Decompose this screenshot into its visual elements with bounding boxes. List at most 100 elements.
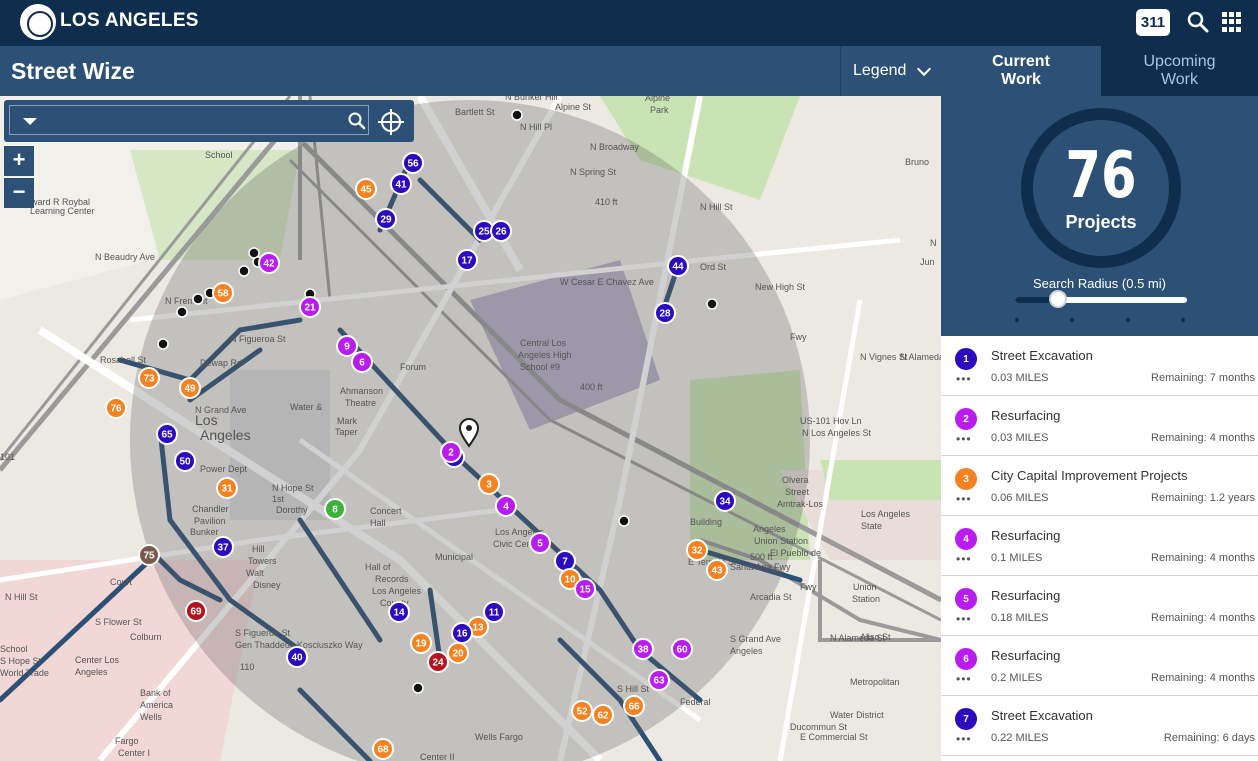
map-dot[interactable] [192,293,204,305]
project-marker[interactable]: 52 [571,700,593,722]
project-marker[interactable]: 73 [138,367,160,389]
project-marker[interactable]: 34 [714,490,736,512]
map-dot[interactable] [412,682,424,694]
project-list-item[interactable]: 1 ••• Street Excavation 0.03 MILES Remaining… [941,336,1258,396]
project-marker[interactable]: 29 [375,208,397,230]
project-marker[interactable]: 8 [324,498,346,520]
project-marker[interactable]: 14 [388,601,410,623]
more-options-icon[interactable]: ••• [956,733,972,745]
map-label: E Commercial St [800,732,868,742]
map-dot[interactable] [157,338,169,350]
project-marker[interactable]: 20 [447,642,469,664]
more-options-icon[interactable]: ••• [956,673,972,685]
project-marker[interactable]: 32 [686,539,708,561]
project-marker[interactable]: 40 [286,646,308,668]
map-label: Angeles [75,667,108,677]
legend-dropdown[interactable]: Legend [840,46,941,96]
project-marker-number: 26 [495,227,507,238]
map-label: Power Dept [200,464,248,474]
311-button[interactable]: 311 [1136,9,1170,36]
map-dot[interactable] [618,515,630,527]
project-marker[interactable]: 62 [592,704,614,726]
project-marker[interactable]: 75 [138,544,160,566]
project-marker[interactable]: 44 [667,255,689,277]
project-list-item[interactable]: 4 ••• Resurfacing 0.1 MILES Remaining: 4 mon… [941,516,1258,576]
project-marker[interactable]: 11 [483,601,505,623]
project-marker[interactable]: 5 [529,532,551,554]
project-marker[interactable]: 58 [212,282,234,304]
project-marker[interactable]: 37 [212,536,234,558]
more-options-icon[interactable]: ••• [956,493,972,505]
map-dot[interactable] [176,306,188,318]
project-marker[interactable]: 69 [185,600,207,622]
map-canvas[interactable]: DowntownHighSchoolEdward R RoybalLearnin… [0,96,941,761]
map-dot[interactable] [706,298,718,310]
map-label: N Vignes St [860,352,908,362]
project-marker[interactable]: 3 [478,473,500,495]
project-marker[interactable]: 24 [427,651,449,673]
project-marker[interactable]: 15 [574,578,596,600]
project-marker[interactable]: 50 [174,450,196,472]
project-marker-number: 29 [380,215,392,226]
project-list-item[interactable]: 2 ••• Resurfacing 0.03 MILES Remaining: 4 mo… [941,396,1258,456]
project-marker[interactable]: 2 [440,441,462,463]
project-list-item[interactable]: 3 ••• City Capital Improvement Projects 0.0… [941,456,1258,516]
brand-name[interactable]: LOS ANGELES [60,10,199,32]
project-marker[interactable]: 26 [490,220,512,242]
more-options-icon[interactable]: ••• [956,553,972,565]
search-icon[interactable] [1187,11,1209,33]
city-seal-logo[interactable] [20,4,56,40]
map-label: Jun [920,257,935,267]
map-view[interactable]: DowntownHighSchoolEdward R RoybalLearnin… [0,96,941,761]
project-list-item[interactable]: 5 ••• Resurfacing 0.18 MILES Remaining: 4 mo… [941,576,1258,636]
more-options-icon[interactable]: ••• [956,433,972,445]
zoom-out-button[interactable]: − [4,178,34,208]
project-marker-number: 73 [143,374,155,385]
project-remaining: Remaining: 4 months [1151,552,1255,564]
tab-current-work[interactable]: Current Work [941,46,1101,96]
search-radius-slider[interactable] [1015,290,1187,308]
map-dot[interactable] [511,109,523,121]
project-marker[interactable]: 38 [632,638,654,660]
project-marker[interactable]: 7 [554,550,576,572]
project-marker[interactable]: 43 [706,559,728,581]
project-marker[interactable]: 66 [623,695,645,717]
project-marker-number: 14 [393,608,405,619]
project-marker[interactable]: 68 [372,738,394,760]
project-marker[interactable]: 19 [410,632,432,654]
apps-grid-icon[interactable] [1222,12,1242,32]
zoom-in-button[interactable]: + [4,146,34,176]
more-options-icon[interactable]: ••• [956,613,972,625]
map-dot[interactable] [238,265,250,277]
project-marker[interactable]: 16 [451,622,473,644]
dropdown-arrow-icon[interactable] [23,118,37,125]
project-marker[interactable]: 76 [105,397,127,419]
project-marker[interactable]: 21 [299,296,321,318]
project-marker[interactable]: 65 [156,423,178,445]
search-icon[interactable] [348,112,366,130]
project-marker[interactable]: 9 [336,335,358,357]
project-marker[interactable]: 49 [179,377,201,399]
tab-upcoming-work[interactable]: Upcoming Work [1101,46,1258,96]
project-list-item[interactable]: 6 ••• Resurfacing 0.2 MILES Remaining: 4 mon… [941,636,1258,696]
tab-upcoming-label-2: Work [1160,71,1199,88]
project-marker-icon: 2 [954,407,978,431]
project-marker[interactable]: 60 [671,638,693,660]
project-marker[interactable]: 17 [456,249,478,271]
slider-handle[interactable] [1049,290,1067,308]
project-marker[interactable]: 56 [402,152,424,174]
project-marker[interactable]: 31 [216,477,238,499]
project-marker[interactable]: 41 [390,173,412,195]
more-options-icon[interactable]: ••• [956,373,972,385]
project-marker[interactable]: 6 [351,351,373,373]
project-marker[interactable]: 45 [355,178,377,200]
project-marker[interactable]: 63 [648,669,670,691]
project-marker[interactable]: 4 [495,495,517,517]
map-label: Street [785,487,810,497]
address-search-input[interactable] [9,105,369,135]
project-marker[interactable]: 28 [654,302,676,324]
project-distance: 0.1 MILES [991,552,1043,564]
project-marker[interactable]: 42 [258,252,280,274]
locate-me-icon[interactable] [378,109,404,135]
project-list-item[interactable]: 7 ••• Street Excavation 0.22 MILES Remaining… [941,696,1258,756]
